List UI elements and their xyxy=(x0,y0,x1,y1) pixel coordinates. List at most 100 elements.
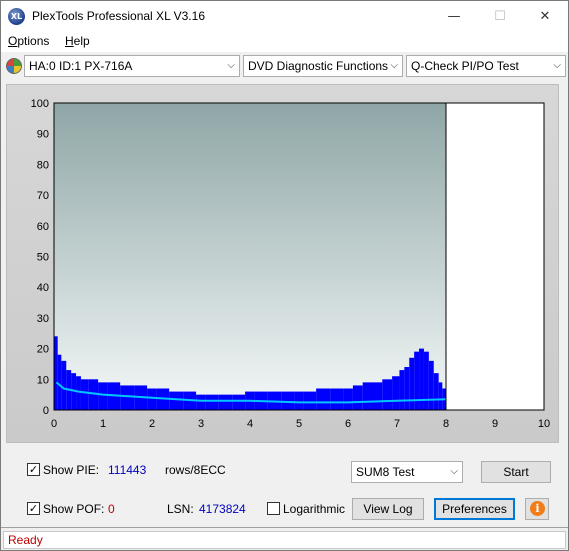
status-separator xyxy=(1,527,568,528)
test-select[interactable]: Q-Check PI/PO Test ⌵ xyxy=(406,55,566,77)
pie-bar xyxy=(57,354,62,410)
pie-bar xyxy=(169,391,184,410)
show-pof-label: Show POF: xyxy=(43,502,105,516)
logarithmic-checkbox[interactable] xyxy=(267,502,280,515)
chevron-down-icon: ⌵ xyxy=(450,466,458,477)
pie-bar xyxy=(218,394,233,410)
pie-bar xyxy=(404,367,410,410)
info-icon: i xyxy=(530,501,545,516)
test-select-value: Q-Check PI/PO Test xyxy=(411,59,519,73)
pie-bar xyxy=(438,382,443,410)
x-tick-label: 4 xyxy=(247,418,253,430)
pie-bar xyxy=(303,391,317,410)
pie-bar xyxy=(80,379,89,410)
window-title: PlexTools Professional XL V3.16 xyxy=(32,9,205,23)
pie-bar xyxy=(392,376,400,410)
logarithmic-label: Logarithmic xyxy=(283,502,346,516)
chevron-down-icon: ⌵ xyxy=(227,60,235,71)
x-tick-label: 6 xyxy=(345,418,351,430)
minimize-button[interactable]: — xyxy=(431,1,477,32)
show-pof-checkbox[interactable]: ✓ xyxy=(27,502,40,515)
menu-help-label: elp xyxy=(73,34,90,48)
chevron-down-icon: ⌵ xyxy=(553,60,561,71)
pie-bar xyxy=(414,351,420,410)
menu-bar: Options Help xyxy=(1,32,568,52)
y-tick-label: 100 xyxy=(31,98,49,110)
pie-unit: rows/8ECC xyxy=(165,463,226,477)
y-tick-label: 40 xyxy=(37,282,49,294)
plextools-app-icon: XL xyxy=(8,8,25,25)
pie-bar xyxy=(147,388,157,410)
chart-panel: 0 1 2 3 4 5 6 7 8 9 10 0 10 20 30 40 50 60 70 80 90 100 xyxy=(6,84,559,443)
show-pie-checkbox[interactable]: ✓ xyxy=(27,463,40,476)
close-button[interactable]: ✕ xyxy=(522,1,568,32)
x-tick-label: 7 xyxy=(394,418,400,430)
lsn-value: 4173824 xyxy=(199,502,246,516)
pie-bar xyxy=(352,385,363,410)
pie-bar xyxy=(372,382,383,410)
status-bar: Ready xyxy=(3,531,566,549)
pie-bar xyxy=(382,379,393,410)
pie-bar xyxy=(232,394,246,410)
toolbar: HA:0 ID:1 PX-716A ⌵ DVD Diagnostic Funct… xyxy=(1,53,568,80)
pie-bar xyxy=(423,351,429,410)
y-tick-label: 30 xyxy=(37,313,49,325)
x-tick-label: 5 xyxy=(296,418,302,430)
main-window: XL PlexTools Professional XL V3.16 — ☐ ✕… xyxy=(0,0,569,551)
menu-options-accel: O xyxy=(8,34,18,48)
y-tick-label: 80 xyxy=(37,159,49,171)
function-select-value: DVD Diagnostic Functions xyxy=(248,59,389,73)
pie-bar xyxy=(205,394,219,410)
x-tick-label: 2 xyxy=(149,418,155,430)
pi-po-chart: 0 1 2 3 4 5 6 7 8 9 10 0 10 20 30 40 50 60 70 80 90 100 xyxy=(31,98,550,430)
pie-bar xyxy=(294,391,304,410)
controls-panel: ✓ Show PIE: 111443 rows/8ECC SUM8 Test ⌵… xyxy=(6,451,559,525)
pie-bar xyxy=(433,373,439,410)
preferences-button[interactable]: Preferences xyxy=(434,498,515,520)
y-tick-label: 70 xyxy=(37,190,49,202)
y-tick-label: 60 xyxy=(37,221,49,233)
x-tick-label: 10 xyxy=(538,418,550,430)
status-text: Ready xyxy=(8,533,43,547)
menu-help[interactable]: Help xyxy=(65,34,90,48)
x-tick-label: 0 xyxy=(51,418,57,430)
pie-bar xyxy=(362,382,373,410)
pie-bar xyxy=(409,357,415,410)
start-button[interactable]: Start xyxy=(481,461,551,483)
drive-select-value: HA:0 ID:1 PX-716A xyxy=(29,59,133,73)
pie-bar xyxy=(281,391,295,410)
menu-help-accel: H xyxy=(65,34,74,48)
show-pie-label: Show PIE: xyxy=(43,463,100,477)
unscanned-region xyxy=(446,103,544,410)
sum8-test-select[interactable]: SUM8 Test ⌵ xyxy=(351,461,463,483)
pof-value: 0 xyxy=(108,502,115,516)
pie-bar xyxy=(61,360,67,410)
info-button[interactable]: i xyxy=(525,498,549,520)
x-tick-label: 9 xyxy=(492,418,498,430)
pie-bar xyxy=(330,388,344,410)
pie-bar xyxy=(54,336,58,410)
drive-disc-icon xyxy=(6,58,22,74)
drive-select[interactable]: HA:0 ID:1 PX-716A ⌵ xyxy=(24,55,240,77)
pie-bar xyxy=(343,388,353,410)
pie-bar xyxy=(316,388,331,410)
maximize-button[interactable]: ☐ xyxy=(477,1,523,32)
x-tick-label: 3 xyxy=(198,418,204,430)
pie-bar xyxy=(196,394,206,410)
y-tick-label: 0 xyxy=(43,405,49,417)
y-tick-label: 50 xyxy=(37,252,49,264)
chevron-down-icon: ⌵ xyxy=(390,60,398,71)
view-log-button[interactable]: View Log xyxy=(352,498,424,520)
pie-bar xyxy=(120,385,135,410)
menu-options[interactable]: Options xyxy=(8,34,49,48)
pie-bar xyxy=(98,382,108,410)
pie-bar xyxy=(76,376,81,410)
menu-options-label: ptions xyxy=(17,34,50,48)
sum8-test-value: SUM8 Test xyxy=(356,465,415,479)
pie-value: 111443 xyxy=(108,463,147,477)
pie-bar xyxy=(428,360,434,410)
y-tick-label: 90 xyxy=(37,129,49,141)
pie-bar xyxy=(399,370,405,410)
y-tick-label: 20 xyxy=(37,344,49,356)
function-select[interactable]: DVD Diagnostic Functions ⌵ xyxy=(243,55,403,77)
